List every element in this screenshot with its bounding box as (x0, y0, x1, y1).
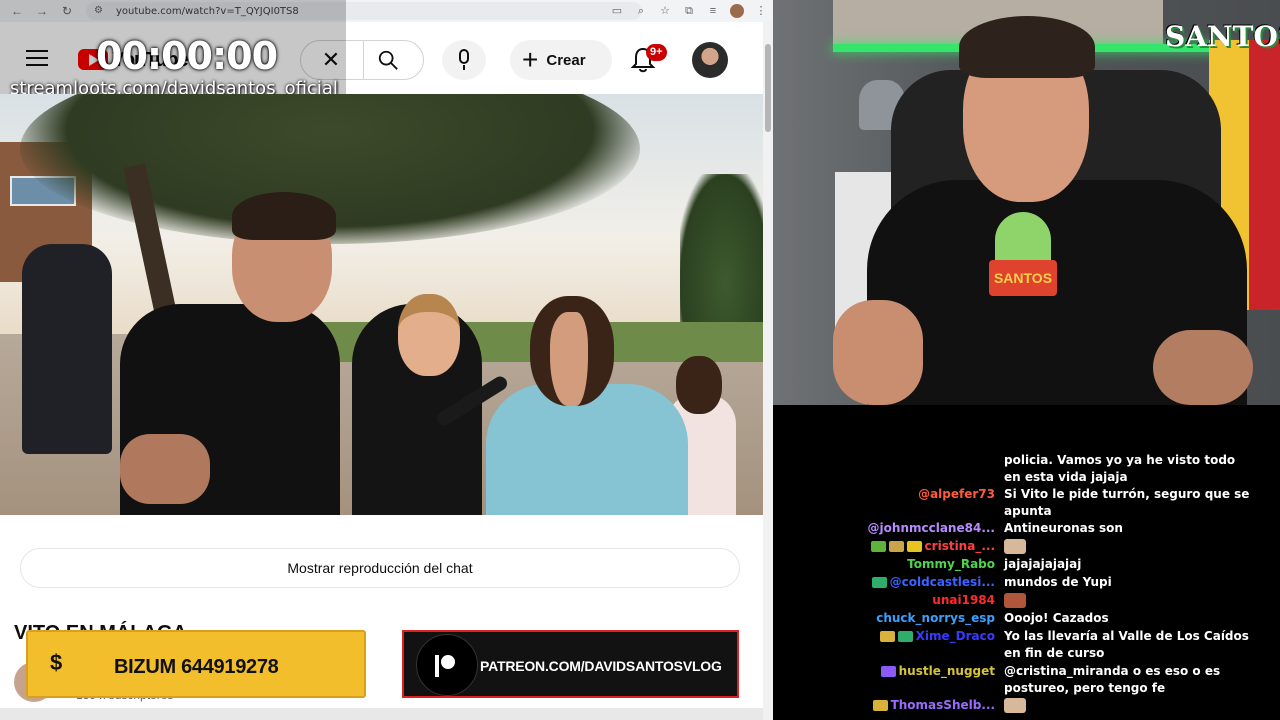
microphone-icon (459, 49, 469, 64)
video-interviewer-arm (120, 434, 210, 504)
chat-message-text: Yo las llevaría al Valle de Los Caídos e… (1004, 629, 1249, 660)
video-interviewer-hair (232, 192, 336, 240)
plus-icon: + (522, 44, 539, 75)
account-avatar[interactable] (692, 42, 728, 78)
chat-username[interactable]: cristina_... (925, 538, 995, 555)
video-police-officer (22, 244, 112, 454)
dollar-icon: $ (50, 650, 63, 675)
webcam-flag-stripe (1249, 40, 1280, 310)
chat-message-body (1004, 538, 1254, 555)
santos-logo: SANTOS (1165, 20, 1280, 53)
webcam-streamer-hair (959, 16, 1095, 78)
chat-message-body: @cristina_miranda o es eso o es postureo… (1004, 663, 1254, 697)
chat-message-text: jajajajajajaj (1004, 557, 1082, 571)
chat-message-author: cristina_... (870, 538, 995, 555)
webcam-microphone-label: SANTOS (989, 260, 1057, 296)
notification-badge: 9+ (646, 44, 667, 61)
chat-username[interactable]: ThomasShelb... (891, 697, 995, 714)
video-girl-right-head (676, 356, 722, 414)
toolbar-actions: ▭ ⌕ ☆ ⧉ ≡ ⋮ (605, 0, 773, 22)
search-icon[interactable] (377, 49, 399, 71)
chat-emote-icon (1004, 593, 1026, 608)
chat-message-text: Antineuronas son (1004, 521, 1123, 535)
chat-message-body: jajajajajajaj (1004, 556, 1254, 573)
chat-message-author: @alpefer73 (918, 486, 995, 503)
chat-message-author: @johnmcclane84... (868, 520, 995, 537)
related-videos-strip (0, 708, 763, 720)
chat-badge-icon (879, 631, 895, 642)
chat-message-author: chuck_norrys_esp (876, 610, 995, 627)
chat-username[interactable]: @johnmcclane84... (868, 520, 995, 537)
chat-message-author: Xime_Draco (879, 628, 995, 645)
profile-avatar[interactable] (730, 4, 744, 18)
patreon-banner: PATREON.COM/DAVIDSANTOSVLOG (402, 630, 739, 698)
chat-message-body: Antineuronas son (1004, 520, 1254, 537)
webcam-feed: SANTOS SANTOS (773, 0, 1280, 405)
chat-message-text: @cristina_miranda o es eso o es postureo… (1004, 664, 1221, 695)
search-divider (363, 41, 364, 79)
chat-username[interactable]: @alpefer73 (918, 486, 995, 503)
chat-username[interactable]: unai1984 (932, 592, 995, 609)
chat-message-body (1004, 697, 1254, 714)
zoom-icon[interactable]: ⌕ (629, 0, 653, 22)
chat-username[interactable]: Tommy_Rabo (907, 556, 995, 573)
show-chat-replay-button[interactable]: Mostrar reproducción del chat (20, 548, 740, 588)
chat-badge-icon (870, 541, 886, 552)
bizum-text: BIZUM 644919278 (114, 656, 279, 678)
chat-username[interactable]: Xime_Draco (916, 628, 995, 645)
chat-message-author: unai1984 (932, 592, 995, 609)
chat-message-author: @coldcastlesi... (871, 574, 995, 591)
video-player[interactable] (0, 94, 763, 515)
chat-message-body: policia. Vamos yo ya he visto todo en es… (1004, 452, 1254, 486)
video-girl-blue-shirt-head (530, 296, 614, 406)
chat-message-text: policia. Vamos yo ya he visto todo en es… (1004, 453, 1236, 484)
chat-badge-icon (872, 700, 888, 711)
chat-message-text: mundos de Yupi (1004, 575, 1112, 589)
chat-emote-icon (1004, 539, 1026, 554)
chat-message-body: Ooojo! Cazados (1004, 610, 1254, 627)
patreon-text: PATREON.COM/DAVIDSANTOSVLOG (480, 658, 722, 674)
browser-menu-icon[interactable]: ⋮ (749, 0, 773, 22)
video-girl-black-shirt-head (398, 294, 460, 376)
chat-message-text: Si Vito le pide turrón, seguro que se ap… (1004, 487, 1250, 518)
screen: ← → ↻ ⚙ youtube.com/watch?v=T_QYJQI0TS8 … (0, 0, 1280, 720)
patreon-logo-icon (416, 634, 478, 696)
chat-badge-icon (880, 666, 896, 677)
chat-message-author: hustle_nugget (880, 663, 995, 680)
live-chat-panel: policia. Vamos yo ya he visto todo en es… (773, 405, 1280, 720)
chat-username[interactable]: hustle_nugget (899, 663, 995, 680)
webcam-streamer-left-arm (833, 300, 923, 405)
stream-timer: 00:00:00 (96, 34, 278, 78)
chat-message-text: Ooojo! Cazados (1004, 611, 1109, 625)
cast-icon[interactable]: ▭ (605, 0, 629, 22)
page-scrollbar-thumb[interactable] (765, 44, 771, 132)
create-label: Crear (546, 51, 586, 69)
chat-message-author: ThomasShelb... (872, 697, 995, 714)
chat-username[interactable]: @coldcastlesi... (890, 574, 995, 591)
chat-badge-icon (897, 631, 913, 642)
chat-badge-icon (906, 541, 922, 552)
chat-badge-icon (888, 541, 904, 552)
create-button[interactable]: + Crear (510, 40, 612, 80)
chat-emote-icon (1004, 698, 1026, 713)
chat-message-body (1004, 592, 1254, 609)
chat-message-author: Tommy_Rabo (907, 556, 995, 573)
chat-message-body: Si Vito le pide turrón, seguro que se ap… (1004, 486, 1254, 520)
chat-message-body: Yo las llevaría al Valle de Los Caídos e… (1004, 628, 1254, 662)
bizum-banner: $ BIZUM 644919278 (26, 630, 366, 698)
browser-window: ← → ↻ ⚙ youtube.com/watch?v=T_QYJQI0TS8 … (0, 0, 773, 720)
chat-message-body: mundos de Yupi (1004, 574, 1254, 591)
webcam-streamer-right-arm (1153, 330, 1253, 405)
voice-search-button[interactable] (442, 40, 486, 80)
media-controls-icon[interactable]: ≡ (701, 0, 725, 22)
microphone-stand (463, 65, 465, 70)
chat-username[interactable]: chuck_norrys_esp (876, 610, 995, 627)
extensions-icon[interactable]: ⧉ (677, 0, 701, 22)
bookmark-star-icon[interactable]: ☆ (653, 0, 677, 22)
chat-badge-icon (871, 577, 887, 588)
